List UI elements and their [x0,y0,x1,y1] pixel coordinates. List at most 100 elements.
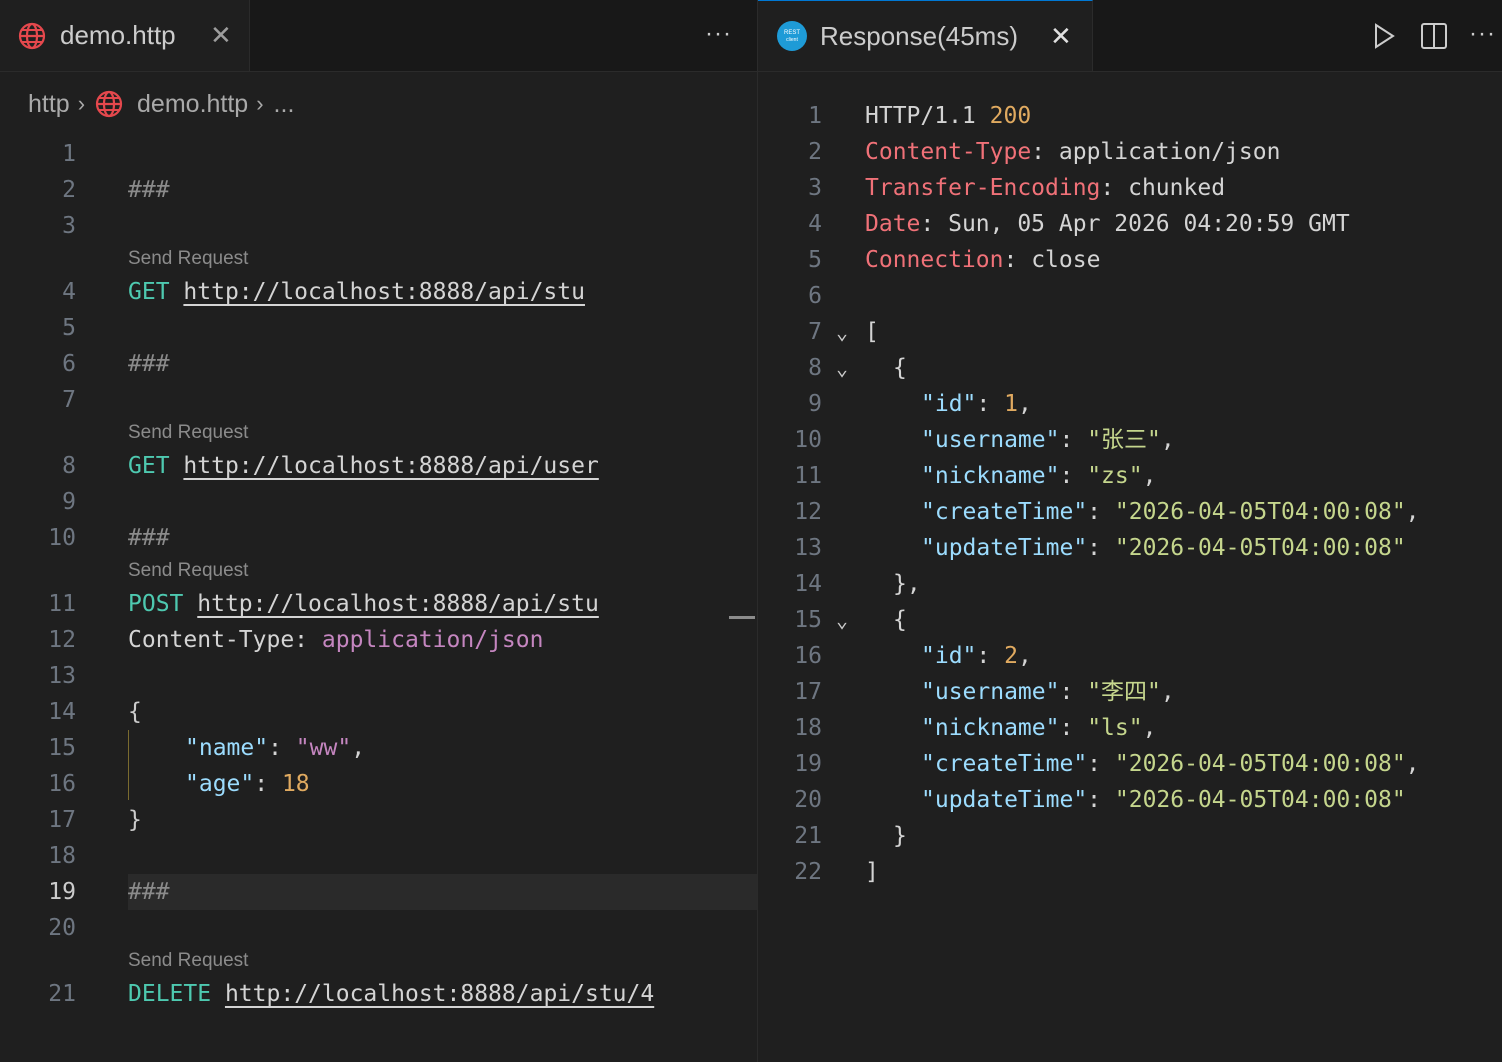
line-number: 17 [794,679,822,705]
header-name: Content-Type [128,627,295,653]
header-name: Content-Type [865,139,1032,165]
code-line: 7 [0,382,757,418]
code-line: 20 "updateTime": "2026-04-05T04:00:08" [758,782,1502,818]
code-line: 5 Connection: close [758,242,1502,278]
code-line: 6 ### [0,346,757,382]
code-line-active: 19 ### [0,874,757,910]
chevron-down-icon[interactable]: ⌄ [836,314,848,350]
json-key: "id" [921,391,977,417]
line-number: 15 [48,735,76,761]
json-brace: { [128,699,142,725]
json-value: "张三" [1087,427,1161,453]
http-method: GET [128,453,170,479]
line-number: 4 [62,279,76,305]
json-value: "李四" [1087,679,1161,705]
json-key: "age" [185,771,255,797]
code-line: 11 POST http://localhost:8888/api/stu [0,586,757,622]
code-line: 5 [0,310,757,346]
code-line: 8 ⌄{ [758,350,1502,386]
request-code[interactable]: 1 2 ### 3 Send Request 4 GET http://localh… [0,0,757,1062]
code-line: 2 ### [0,172,757,208]
line-number: 12 [48,627,76,653]
line-number: 15 [794,607,822,633]
line-number: 7 [62,387,76,413]
separator-comment: ### [128,879,170,905]
status-code: 200 [989,103,1032,129]
line-number: 9 [62,489,76,515]
line-number: 11 [48,591,76,617]
code-line: 12 Content-Type: application/json [0,622,757,658]
request-url[interactable]: http://localhost:8888/api/stu [183,279,585,305]
request-url[interactable]: http://localhost:8888/api/stu/4 [225,981,654,1007]
line-number: 21 [794,823,822,849]
code-line: 13 [0,658,757,694]
line-number: 6 [808,283,822,309]
json-brace: } [128,807,142,833]
code-line: 16 "age": 18 [0,766,757,802]
code-line: 2 Content-Type: application/json [758,134,1502,170]
line-number: 3 [62,213,76,239]
line-number: 18 [794,715,822,741]
chevron-down-icon[interactable]: ⌄ [836,350,848,386]
line-number: 13 [794,535,822,561]
line-number: 14 [794,571,822,597]
line-number: 19 [48,879,76,905]
code-line: 15 "name": "ww", [0,730,757,766]
request-url[interactable]: http://localhost:8888/api/stu [197,591,599,617]
line-number: 3 [808,175,822,201]
json-key: "nickname" [921,463,1060,489]
code-line: 17 "username": "李四", [758,674,1502,710]
code-line: 16 "id": 2, [758,638,1502,674]
http-method: GET [128,279,170,305]
json-value: 18 [281,771,310,797]
code-line: 21 DELETE http://localhost:8888/api/stu/4 [0,976,757,1012]
json-value: "2026-04-05T04:00:08" [1114,787,1406,813]
json-value: "ls" [1087,715,1143,741]
chevron-down-icon[interactable]: ⌄ [836,602,848,638]
header-value: application/json [321,627,544,653]
code-line: 9 "id": 1, [758,386,1502,422]
send-request-codelens[interactable]: Send Request [128,421,248,445]
separator-comment: ### [128,177,170,203]
http-method: DELETE [128,981,212,1007]
response-body[interactable]: 1 HTTP/1.1 200 2 Content-Type: application… [758,0,1502,1062]
line-number: 11 [794,463,822,489]
json-value: 2 [1004,643,1018,669]
send-request-codelens[interactable]: Send Request [128,559,248,583]
request-url[interactable]: http://localhost:8888/api/user [183,453,598,479]
header-name: Transfer-Encoding [865,175,1101,201]
header-value: close [1031,247,1101,273]
code-line: 3 [0,208,757,244]
header-value: chunked [1128,175,1226,201]
header-name: Connection [865,247,1004,273]
line-number: 8 [62,453,76,479]
line-number: 2 [808,139,822,165]
header-value: Sun, 05 Apr 2026 04:20:59 GMT [948,211,1350,237]
separator-comment: ### [128,351,170,377]
code-line: 10 ### [0,520,757,556]
json-key: "username" [921,427,1060,453]
line-number: 14 [48,699,76,725]
code-line: 1 HTTP/1.1 200 [758,98,1502,134]
header-name: Date [865,211,921,237]
scrollbar-marker[interactable] [729,616,755,619]
json-bracket: [ [865,319,879,345]
code-line: 4 GET http://localhost:8888/api/stu [0,274,757,310]
send-request-codelens[interactable]: Send Request [128,949,248,973]
line-number: 19 [794,751,822,777]
code-line: 4 Date: Sun, 05 Apr 2026 04:20:59 GMT [758,206,1502,242]
code-line: 3 Transfer-Encoding: chunked [758,170,1502,206]
line-number: 16 [48,771,76,797]
request-editor-pane: demo.http ✕ ··· http › demo.http › ... 1… [0,0,757,1062]
code-line: 9 [0,484,757,520]
line-number: 20 [794,787,822,813]
line-number: 5 [808,247,822,273]
code-line: 18 [0,838,757,874]
json-key: "createTime" [921,499,1088,525]
code-line: 1 [0,136,757,172]
send-request-codelens[interactable]: Send Request [128,247,248,271]
line-number: 21 [48,981,76,1007]
response-pane: REST client Response(45ms) ✕ ··· 1 HTTP/1… [758,0,1502,1062]
json-value: "2026-04-05T04:00:08" [1114,751,1406,777]
line-number: 8 [808,355,822,381]
